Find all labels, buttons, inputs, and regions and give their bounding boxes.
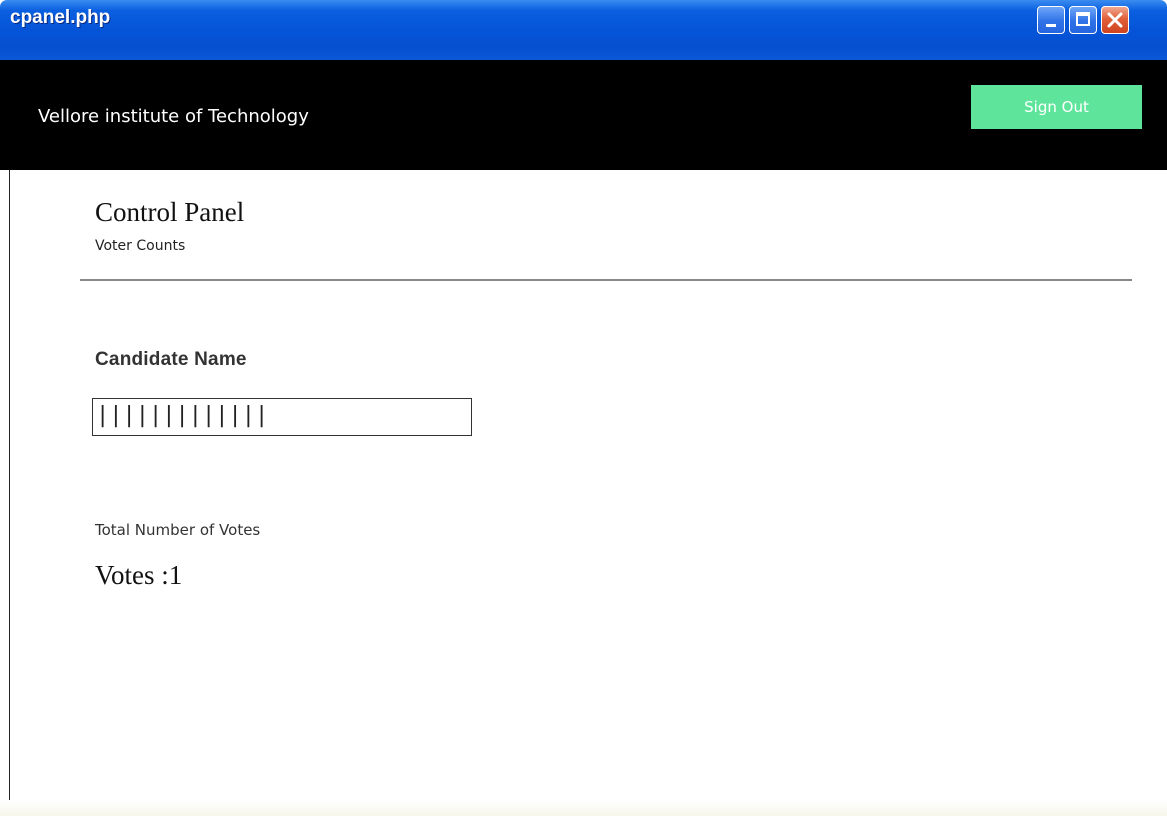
page-title: Control Panel [95, 197, 245, 227]
section-divider [80, 279, 1132, 281]
maximize-icon [1076, 12, 1090, 26]
total-votes-caption: Total Number of Votes [95, 521, 261, 539]
page-subtitle: Voter Counts [95, 238, 186, 254]
sign-out-button[interactable]: Sign Out [971, 85, 1142, 129]
votes-count: Votes :1 [95, 560, 183, 590]
minimize-button[interactable] [1037, 6, 1065, 34]
brand-name: Vellore institute of Technology [38, 106, 309, 127]
window-left-border [9, 170, 10, 816]
minimize-icon [1046, 24, 1056, 27]
window-bottom-edge [0, 800, 1167, 816]
application-window: cpanel.php Vellore institute of Technolo… [0, 0, 1167, 816]
window-title: cpanel.php [10, 7, 111, 28]
app-header: Vellore institute of Technology Sign Out [0, 60, 1167, 170]
close-button[interactable] [1101, 6, 1129, 34]
close-icon [1107, 12, 1123, 28]
window-title-bar[interactable]: cpanel.php [0, 0, 1167, 60]
candidate-name-input[interactable]: ||||||||||||| [92, 398, 472, 436]
maximize-button[interactable] [1069, 6, 1097, 34]
candidate-name-label: Candidate Name [95, 349, 247, 370]
